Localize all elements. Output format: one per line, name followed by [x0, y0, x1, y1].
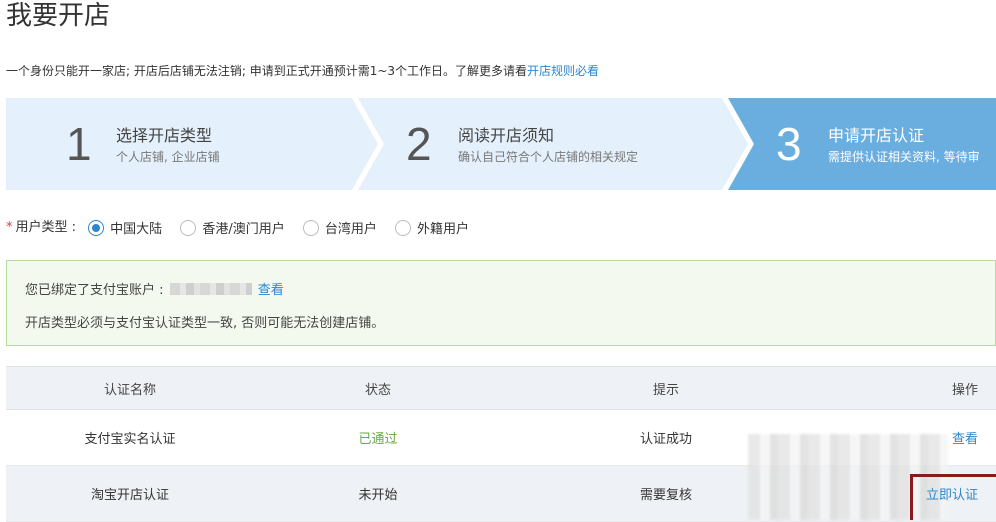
- required-mark: *: [6, 220, 13, 235]
- header-cert-name: 认证名称: [103, 382, 156, 398]
- header-action: 操作: [951, 382, 978, 398]
- view-cert-link[interactable]: 查看: [952, 428, 978, 447]
- step-1-number: 1: [66, 118, 92, 170]
- view-alipay-link[interactable]: 查看: [258, 283, 284, 298]
- user-type-option-hk-macau[interactable]: 香港/澳门用户: [180, 218, 285, 237]
- cert-status: 未开始: [358, 488, 398, 503]
- user-type-option-label: 香港/澳门用户: [202, 222, 285, 237]
- header-status: 状态: [364, 382, 391, 398]
- user-type-selector: * 用户类型 : 中国大陆 香港/澳门用户 台湾用户 外籍用户: [6, 216, 483, 238]
- user-type-option-foreign[interactable]: 外籍用户: [395, 218, 469, 237]
- user-type-option-label: 台湾用户: [324, 222, 377, 237]
- user-type-option-label: 中国大陆: [110, 222, 163, 237]
- step-3-number: 3: [776, 118, 802, 170]
- alipay-binding-alert: 您已绑定了支付宝账户 : 查看 开店类型必须与支付宝认证类型一致, 否则可能无法…: [6, 260, 996, 346]
- user-type-label: 用户类型 :: [15, 220, 77, 235]
- notice-text: 一个身份只能开一家店; 开店后店铺无法注销; 申请到正式开通预计需1~3个工作日…: [6, 63, 599, 79]
- radio-unchecked-icon[interactable]: [302, 219, 319, 236]
- radio-checked-icon[interactable]: [88, 219, 105, 236]
- alipay-bound-text: 您已绑定了支付宝账户 :: [25, 283, 164, 298]
- masked-account: [169, 283, 252, 295]
- header-hint: 提示: [652, 382, 679, 398]
- step-2-title: 阅读开店须知: [458, 126, 555, 145]
- page-title: 我要开店: [6, 1, 111, 31]
- radio-unchecked-icon[interactable]: [395, 219, 411, 236]
- cert-name: 淘宝开店认证: [90, 488, 169, 503]
- step-progress: 1 选择开店类型 个人店铺, 企业店铺 2 阅读开店须知 确认自己符合个人店铺的…: [6, 98, 996, 190]
- radio-unchecked-icon[interactable]: [180, 219, 197, 236]
- notice-body: 一个身份只能开一家店; 开店后店铺无法注销; 申请到正式开通预计需1~3个工作日…: [6, 64, 528, 78]
- start-cert-link[interactable]: 立即认证: [926, 484, 978, 503]
- user-type-option-mainland[interactable]: 中国大陆: [88, 218, 162, 237]
- step-2-number: 2: [406, 118, 432, 170]
- step-1-desc: 个人店铺, 企业店铺: [116, 150, 220, 164]
- step-1-title: 选择开店类型: [116, 126, 213, 145]
- cert-status: 已通过: [358, 432, 398, 447]
- step-3-desc: 需提供认证相关资料, 等待审: [828, 150, 980, 164]
- shop-rules-link[interactable]: 开店规则必看: [527, 64, 599, 78]
- alert-warning-text: 开店类型必须与支付宝认证类型一致, 否则可能无法创建店铺。: [25, 316, 385, 331]
- step-3-title: 申请开店认证: [828, 126, 925, 145]
- cert-name: 支付宝实名认证: [84, 432, 176, 447]
- user-type-option-taiwan[interactable]: 台湾用户: [302, 218, 377, 237]
- alipay-bound-line: 您已绑定了支付宝账户 : 查看: [25, 279, 284, 298]
- step-2-desc: 确认自己符合个人店铺的相关规定: [458, 150, 639, 164]
- table-header: 认证名称 状态 提示 操作: [6, 366, 996, 410]
- user-type-option-label: 外籍用户: [417, 222, 470, 237]
